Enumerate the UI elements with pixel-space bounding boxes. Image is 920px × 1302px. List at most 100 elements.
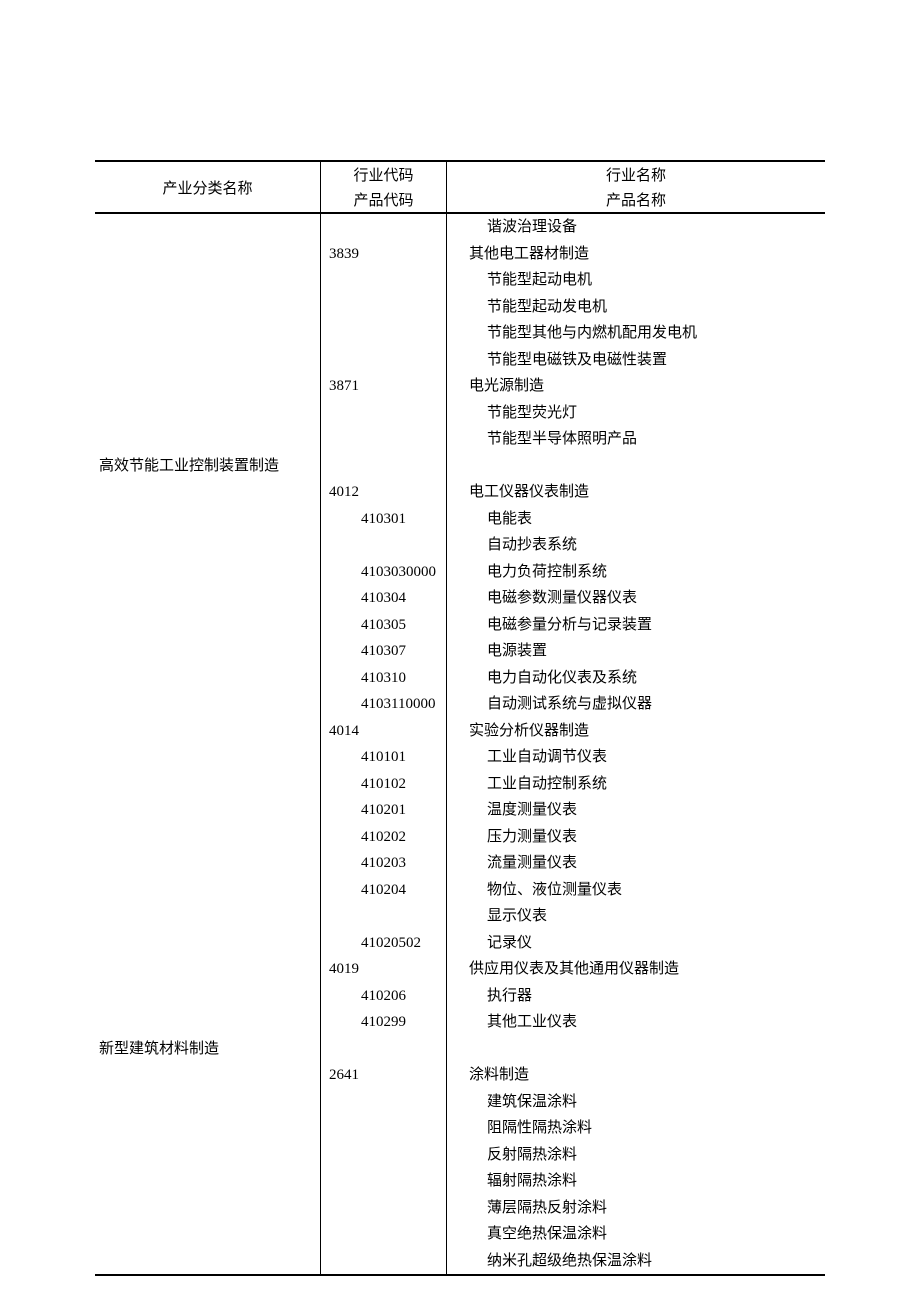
code-cell: 410203 (321, 850, 446, 877)
code-cell: 3839 (321, 241, 446, 268)
category-cell (95, 1142, 320, 1169)
name-cell: 自动测试系统与虚拟仪器 (447, 691, 825, 718)
table-body: 高效节能工业控制装置制造 新型建筑材料制造 3839 3871 40124103… (95, 213, 825, 1275)
name-cell: 电磁参数测量仪器仪表 (447, 585, 825, 612)
category-cell (95, 956, 320, 983)
name-cell: 辐射隔热涂料 (447, 1168, 825, 1195)
code-cell: 410202 (321, 824, 446, 851)
category-cell (95, 373, 320, 400)
code-cell (321, 1248, 446, 1275)
header-industry-code: 行业代码 (321, 161, 447, 187)
name-cell: 其他电工器材制造 (447, 241, 825, 268)
category-cell (95, 1248, 320, 1275)
name-cell: 节能型荧光灯 (447, 400, 825, 427)
name-cell: 薄层隔热反射涂料 (447, 1195, 825, 1222)
category-cell (95, 559, 320, 586)
code-cell (321, 1221, 446, 1248)
code-cell (321, 320, 446, 347)
code-cell: 3871 (321, 373, 446, 400)
category-cell (95, 797, 320, 824)
name-cell: 节能型起动发电机 (447, 294, 825, 321)
name-cell: 节能型半导体照明产品 (447, 426, 825, 453)
category-cell (95, 612, 320, 639)
category-cell (95, 665, 320, 692)
category-cell (95, 532, 320, 559)
category-cell (95, 214, 320, 241)
code-cell: 4014 (321, 718, 446, 745)
name-cell: 工业自动控制系统 (447, 771, 825, 798)
name-cell: 工业自动调节仪表 (447, 744, 825, 771)
category-cell (95, 877, 320, 904)
category-cell (95, 744, 320, 771)
name-cell: 电光源制造 (447, 373, 825, 400)
name-cell: 供应用仪表及其他通用仪器制造 (447, 956, 825, 983)
code-cell: 410301 (321, 506, 446, 533)
code-cell: 4103110000 (321, 691, 446, 718)
name-cell: 涂料制造 (447, 1062, 825, 1089)
code-cell: 2641 (321, 1062, 446, 1089)
name-cell: 电能表 (447, 506, 825, 533)
code-cell: 410299 (321, 1009, 446, 1036)
name-cell: 自动抄表系统 (447, 532, 825, 559)
code-cell (321, 453, 446, 480)
name-cell: 电磁参量分析与记录装置 (447, 612, 825, 639)
code-cell (321, 294, 446, 321)
code-cell: 410204 (321, 877, 446, 904)
code-cell: 410304 (321, 585, 446, 612)
table-header: 产业分类名称 行业代码 行业名称 产品代码 产品名称 (95, 161, 825, 213)
category-cell (95, 506, 320, 533)
name-cell: 执行器 (447, 983, 825, 1010)
code-cell (321, 903, 446, 930)
name-cell: 记录仪 (447, 930, 825, 957)
name-cell: 温度测量仪表 (447, 797, 825, 824)
name-cell: 流量测量仪表 (447, 850, 825, 877)
code-cell: 4103030000 (321, 559, 446, 586)
category-cell (95, 983, 320, 1010)
code-cell: 410307 (321, 638, 446, 665)
category-cell (95, 294, 320, 321)
category-cell (95, 1115, 320, 1142)
category-cell (95, 400, 320, 427)
code-cell: 410102 (321, 771, 446, 798)
code-cell (321, 1115, 446, 1142)
category-cell (95, 347, 320, 374)
category-cell (95, 638, 320, 665)
category-cell (95, 267, 320, 294)
name-cell: 压力测量仪表 (447, 824, 825, 851)
name-cell: 谐波治理设备 (447, 214, 825, 241)
category-cell (95, 718, 320, 745)
name-cell (447, 453, 825, 480)
code-cell (321, 426, 446, 453)
category-cell (95, 320, 320, 347)
code-cell (321, 1168, 446, 1195)
code-cell: 410206 (321, 983, 446, 1010)
name-cell: 其他工业仪表 (447, 1009, 825, 1036)
category-cell (95, 1009, 320, 1036)
category-cell (95, 585, 320, 612)
category-cell (95, 824, 320, 851)
category-cell (95, 691, 320, 718)
header-industry-name: 行业名称 (447, 161, 826, 187)
code-cell (321, 267, 446, 294)
category-cell (95, 1062, 320, 1089)
name-cell: 阻隔性隔热涂料 (447, 1115, 825, 1142)
header-category: 产业分类名称 (95, 161, 321, 213)
code-cell: 410201 (321, 797, 446, 824)
code-cell (321, 1195, 446, 1222)
code-cell: 4012 (321, 479, 446, 506)
category-cell: 高效节能工业控制装置制造 (95, 453, 320, 480)
category-cell (95, 771, 320, 798)
category-cell (95, 1195, 320, 1222)
code-cell: 410310 (321, 665, 446, 692)
name-cell: 电源装置 (447, 638, 825, 665)
code-cell: 41020502 (321, 930, 446, 957)
category-cell: 新型建筑材料制造 (95, 1036, 320, 1063)
code-cell (321, 400, 446, 427)
name-cell: 节能型电磁铁及电磁性装置 (447, 347, 825, 374)
category-cell (95, 241, 320, 268)
code-cell (321, 1142, 446, 1169)
name-cell: 真空绝热保温涂料 (447, 1221, 825, 1248)
name-cell: 纳米孔超级绝热保温涂料 (447, 1248, 825, 1275)
name-cell: 电力负荷控制系统 (447, 559, 825, 586)
code-cell: 4019 (321, 956, 446, 983)
